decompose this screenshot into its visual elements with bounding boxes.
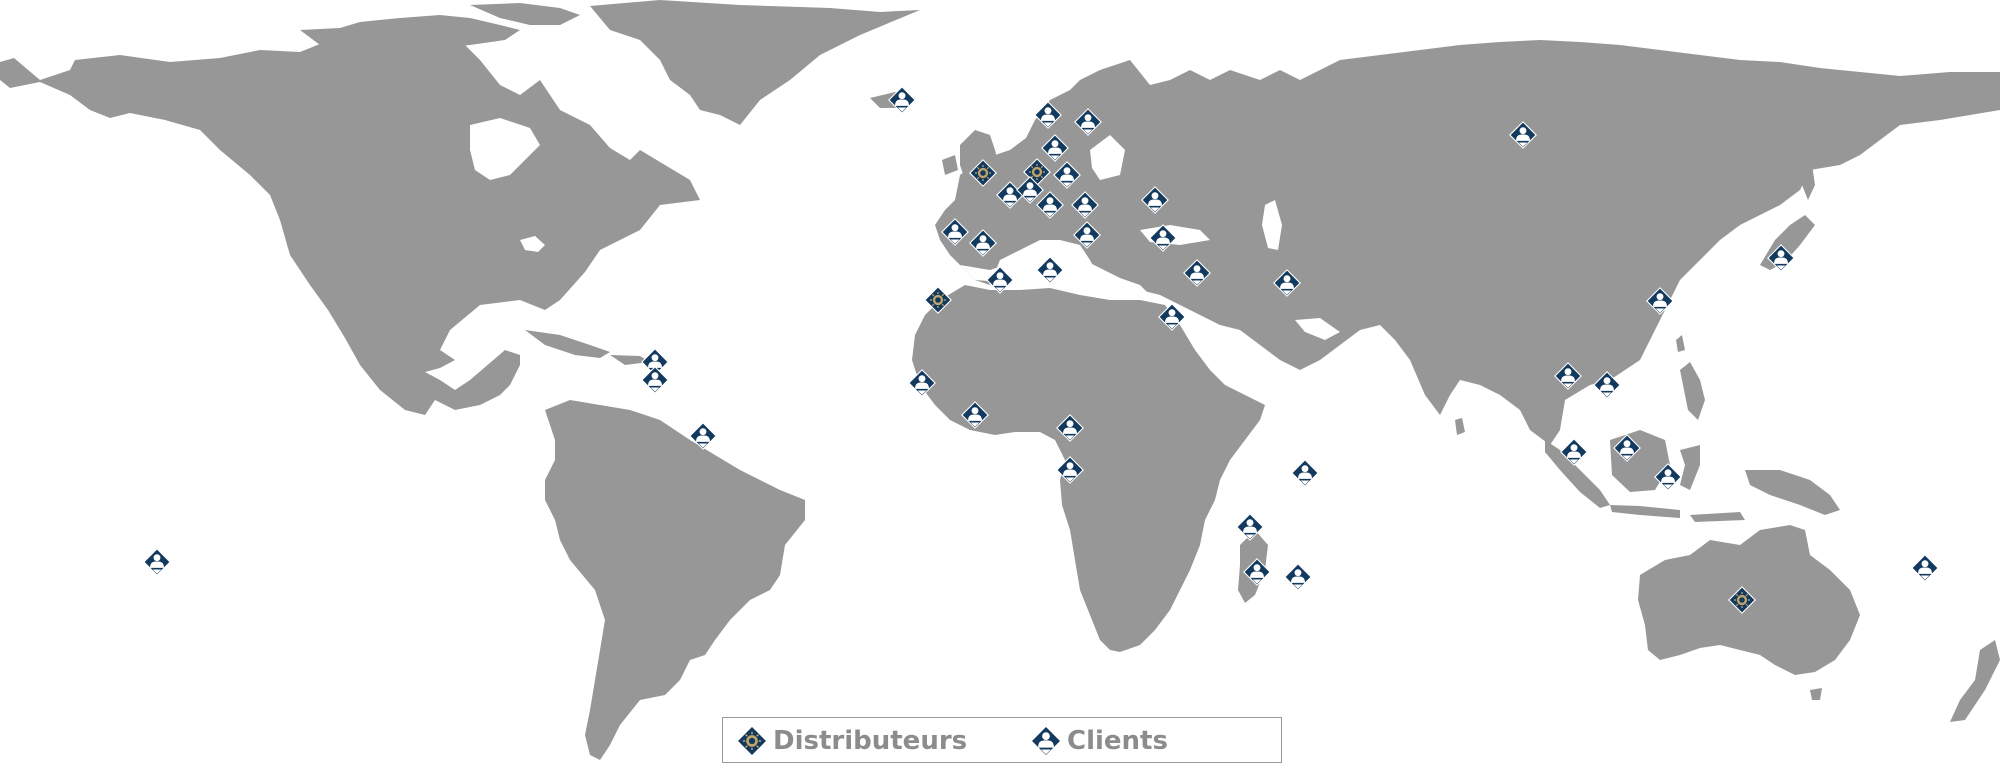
client-marker-22[interactable] xyxy=(1509,121,1537,149)
client-marker-26[interactable] xyxy=(1056,456,1084,484)
client-marker-30[interactable] xyxy=(1284,563,1312,591)
client-marker-32[interactable] xyxy=(641,366,669,394)
client-marker-25[interactable] xyxy=(1056,414,1084,442)
client-marker-29[interactable] xyxy=(1243,558,1271,586)
legend-label-distributors: Distributeurs xyxy=(773,726,968,756)
client-marker-23[interactable] xyxy=(908,369,936,397)
client-marker-20[interactable] xyxy=(1273,269,1301,297)
client-marker-16[interactable] xyxy=(1036,256,1064,284)
client-marker-37[interactable] xyxy=(1554,362,1582,390)
client-marker-17[interactable] xyxy=(1073,221,1101,249)
map-legend: Distributeurs Clients xyxy=(722,717,1282,763)
client-marker-2[interactable] xyxy=(1074,108,1102,136)
client-marker-28[interactable] xyxy=(1236,513,1264,541)
client-marker-33[interactable] xyxy=(689,422,717,450)
client-marker-9[interactable] xyxy=(1036,191,1064,219)
legend-item-clients: Clients xyxy=(1029,724,1168,758)
client-marker-27[interactable] xyxy=(1291,459,1319,487)
client-marker-38[interactable] xyxy=(1593,371,1621,399)
client-marker-11[interactable] xyxy=(1141,186,1169,214)
client-marker-5[interactable] xyxy=(1041,134,1069,162)
legend-item-distributors: Distributeurs xyxy=(735,724,967,758)
client-marker-24[interactable] xyxy=(961,401,989,429)
client-marker-21[interactable] xyxy=(1158,303,1186,331)
client-marker-15[interactable] xyxy=(1149,224,1177,252)
distributor-marker-18[interactable] xyxy=(923,285,953,315)
world-map-container: Distributeurs Clients xyxy=(0,0,2000,768)
client-marker-35[interactable] xyxy=(1646,287,1674,315)
client-marker-43[interactable] xyxy=(1911,554,1939,582)
client-marker-6[interactable] xyxy=(1053,161,1081,189)
client-marker-12[interactable] xyxy=(941,218,969,246)
client-marker-0[interactable] xyxy=(888,86,916,114)
client-marker-icon xyxy=(1030,725,1062,757)
client-marker-39[interactable] xyxy=(1560,438,1588,466)
distributor-marker-3[interactable] xyxy=(968,158,998,188)
client-marker-19[interactable] xyxy=(1183,259,1211,287)
client-marker-40[interactable] xyxy=(1613,434,1641,462)
client-marker-10[interactable] xyxy=(1071,191,1099,219)
distributor-marker-icon xyxy=(735,724,769,758)
distributor-marker-42[interactable] xyxy=(1727,585,1757,615)
client-marker-13[interactable] xyxy=(969,229,997,257)
client-marker-14[interactable] xyxy=(986,266,1014,294)
client-marker-34[interactable] xyxy=(143,548,171,576)
client-marker-1[interactable] xyxy=(1034,101,1062,129)
client-marker-36[interactable] xyxy=(1767,244,1795,272)
legend-label-clients: Clients xyxy=(1067,726,1168,756)
client-marker-41[interactable] xyxy=(1654,463,1682,491)
marker-layer xyxy=(143,86,1939,615)
client-marker-7[interactable] xyxy=(996,181,1024,209)
